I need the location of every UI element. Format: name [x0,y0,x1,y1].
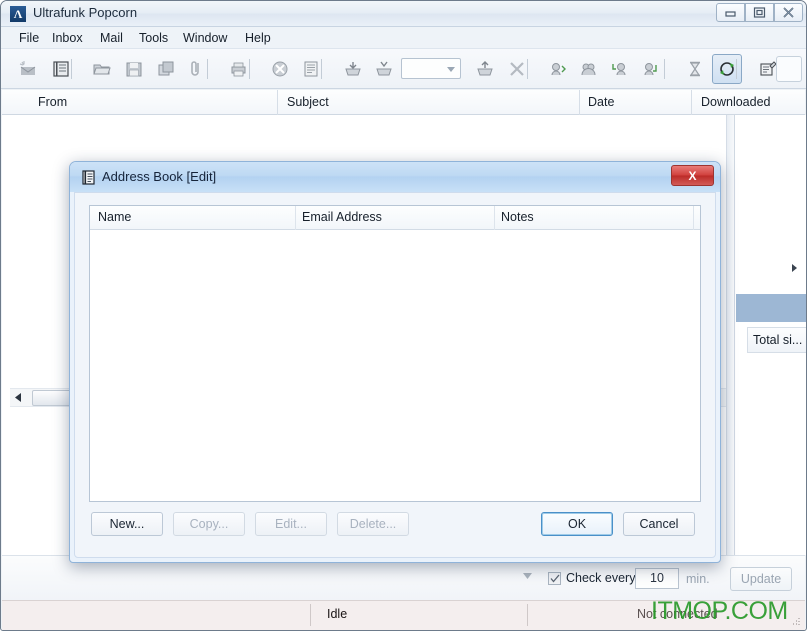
menu-item-window[interactable]: Window [179,30,231,46]
address-book-icon [81,170,96,185]
receive-down-icon[interactable] [338,54,368,84]
column-header-downloaded[interactable]: Downloaded [701,95,771,109]
receive-all-icon[interactable] [369,54,399,84]
copy-icon[interactable] [151,54,181,84]
toolbar-separator [321,59,322,79]
resize-grip-icon[interactable] [789,615,801,627]
check-every-control[interactable]: Check every [548,571,635,585]
scroll-left-icon[interactable] [10,389,27,406]
check-every-label: Check every [566,571,636,585]
dialog-title: Address Book [Edit] [102,169,217,184]
window-title-bar: Λ Ultrafunk Popcorn [1,1,806,27]
send-mail-icon[interactable] [470,54,500,84]
copy-contact-button[interactable]: Copy... [173,512,245,536]
column-header-name[interactable]: Name [98,210,131,224]
column-divider[interactable] [277,90,278,115]
column-header-subject[interactable]: Subject [287,95,329,109]
ok-button[interactable]: OK [541,512,613,536]
dialog-body: Name Email Address Notes New... Copy... … [74,192,716,558]
reply-all-icon[interactable] [574,54,604,84]
column-header-email-address[interactable]: Email Address [302,210,382,224]
open-folder-icon[interactable] [87,54,117,84]
main-toolbar [1,49,806,89]
toolbar-separator [71,59,72,79]
cancel-button[interactable]: Cancel [623,512,695,536]
window-title: Ultrafunk Popcorn [33,5,138,20]
interval-unit-label: min. [686,572,710,586]
total-size-label: Total si... [753,333,803,347]
redirect-icon[interactable] [636,54,666,84]
toolbar-separator [207,59,208,79]
delete-cancel-icon[interactable] [265,54,295,84]
menu-item-file[interactable]: File [15,30,43,46]
menu-item-tools[interactable]: Tools [135,30,172,46]
update-button[interactable]: Update [730,567,792,591]
forward-icon[interactable] [605,54,635,84]
column-divider[interactable] [693,206,694,230]
new-contact-button[interactable]: New... [91,512,163,536]
column-header-total-size[interactable]: Total si... [747,327,806,353]
toolbar-overflow-button[interactable] [776,56,802,82]
toolbar-separator [736,59,737,79]
column-divider[interactable] [494,206,495,230]
delete-contact-button[interactable]: Delete... [337,512,409,536]
toolbar-separator [664,59,665,79]
reply-icon[interactable] [543,54,573,84]
account-select[interactable] [401,58,461,79]
refresh-icon[interactable] [712,54,742,84]
menu-item-inbox[interactable]: Inbox [48,30,87,46]
chevron-down-icon [447,67,455,72]
dialog-close-button[interactable]: X [671,165,714,186]
status-divider [527,604,528,626]
edit-contact-button[interactable]: Edit... [255,512,327,536]
status-idle-text: Idle [327,607,348,621]
check-every-checkbox[interactable] [548,571,561,585]
column-header-notes[interactable]: Notes [501,210,534,224]
column-divider[interactable] [691,90,692,115]
column-divider[interactable] [579,90,580,115]
maximize-icon[interactable] [745,3,774,22]
toolbar-separator [527,59,528,79]
status-divider [310,604,311,626]
column-header-date[interactable]: Date [588,95,614,109]
menu-item-help[interactable]: Help [241,30,275,46]
selected-message-row[interactable] [736,294,806,322]
application-window: Λ Ultrafunk Popcorn File Inbox Mail Tool… [0,0,807,631]
scroll-right-small-icon[interactable] [789,263,799,273]
save-icon[interactable] [119,54,149,84]
address-list-header: Name Email Address Notes [90,206,700,230]
app-logo-icon: Λ [10,6,26,22]
close-icon[interactable] [774,3,803,22]
vertical-scrollbar[interactable] [727,115,735,555]
address-list[interactable]: Name Email Address Notes [89,205,701,502]
minimize-icon[interactable] [716,3,745,22]
address-book-dialog: Address Book [Edit] X Name Email Address… [69,161,721,563]
site-watermark: ITMOP.COM [651,597,788,625]
message-detail-panel: Total si... [726,115,806,555]
column-header-from[interactable]: From [38,95,67,109]
scrollbar-thumb[interactable] [32,390,74,406]
column-divider[interactable] [295,206,296,230]
hourglass-icon[interactable] [680,54,710,84]
toolbar-separator [249,59,250,79]
menu-bar: File Inbox Mail Tools Window Help [1,27,806,49]
dialog-title-bar: Address Book [Edit] X [70,162,720,192]
message-list-header: From Subject Date Downloaded [2,90,805,115]
spinner-down-icon[interactable] [520,569,534,583]
menu-item-mail[interactable]: Mail [96,30,127,46]
new-message-icon[interactable] [13,54,43,84]
interval-minutes-input[interactable]: 10 [635,568,679,589]
